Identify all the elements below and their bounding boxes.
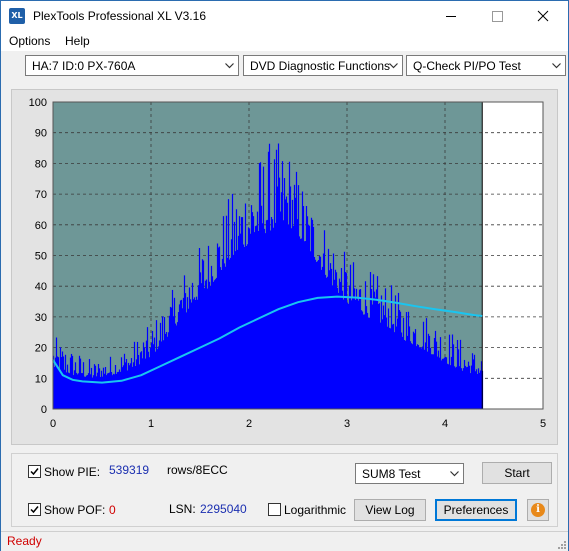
- pof-value: 0: [109, 503, 116, 517]
- y-tick-label: 30: [35, 312, 47, 324]
- menu-options[interactable]: Options: [9, 34, 50, 48]
- y-tick-label: 80: [35, 158, 47, 170]
- chevron-down-icon: [389, 63, 398, 69]
- sum-test-select-value: SUM8 Test: [362, 467, 421, 481]
- lsn-label: LSN:: [169, 502, 196, 516]
- y-tick-label: 0: [41, 404, 47, 416]
- pie-value: 539319: [109, 463, 150, 477]
- app-logo-icon: XL: [9, 8, 25, 24]
- y-tick-label: 70: [35, 189, 47, 201]
- show-pie-label[interactable]: Show PIE:: [44, 465, 100, 479]
- chart-panel: 0 10 20 30 40 50 60 70 80 90 100 0 1 2 3 4 5: [11, 89, 558, 445]
- toolbar: HA:7 ID:0 PX-760A DVD Diagnostic Functio…: [1, 51, 568, 85]
- x-tick-label: 0: [50, 418, 56, 430]
- y-tick-label: 20: [35, 343, 47, 355]
- y-tick-label: 40: [35, 281, 47, 293]
- drive-select[interactable]: HA:7 ID:0 PX-760A: [25, 55, 239, 76]
- x-tick-label: 2: [246, 418, 252, 430]
- y-tick-label: 100: [29, 97, 47, 109]
- app-window: XL PlexTools Professional XL V3.16 Optio…: [0, 0, 569, 551]
- drive-select-value: HA:7 ID:0 PX-760A: [32, 59, 136, 73]
- preferences-button[interactable]: Preferences: [435, 499, 517, 521]
- chevron-down-icon: [450, 471, 459, 477]
- show-pof-checkbox[interactable]: [28, 503, 41, 516]
- title-bar[interactable]: XL PlexTools Professional XL V3.16: [1, 1, 568, 31]
- status-text: Ready: [7, 534, 42, 548]
- test-select[interactable]: Q-Check PI/PO Test: [406, 55, 566, 76]
- x-tick-label: 5: [540, 418, 546, 430]
- info-icon: i: [531, 503, 545, 517]
- logarithmic-checkbox[interactable]: [268, 503, 281, 516]
- resize-grip-icon[interactable]: [556, 539, 566, 549]
- y-tick-label: 90: [35, 128, 47, 140]
- checkmark-icon: [30, 468, 39, 476]
- maximize-button[interactable]: [474, 1, 520, 31]
- y-tick-label: 50: [35, 251, 47, 263]
- info-button[interactable]: i: [527, 499, 549, 521]
- chevron-down-icon: [225, 63, 234, 69]
- menu-bar: Options Help: [1, 31, 568, 51]
- menu-help[interactable]: Help: [65, 34, 90, 48]
- pie-unit: rows/8ECC: [167, 463, 228, 477]
- start-button[interactable]: Start: [482, 462, 552, 484]
- function-select[interactable]: DVD Diagnostic Functions: [243, 55, 403, 76]
- y-tick-label: 10: [35, 373, 47, 385]
- function-select-value: DVD Diagnostic Functions: [250, 59, 391, 73]
- x-tick-label: 3: [344, 418, 350, 430]
- test-select-value: Q-Check PI/PO Test: [413, 59, 521, 73]
- view-log-button[interactable]: View Log: [354, 499, 426, 521]
- close-icon: [537, 10, 549, 22]
- chevron-down-icon: [552, 63, 561, 69]
- lsn-value: 2295040: [200, 502, 247, 516]
- window-title: PlexTools Professional XL V3.16: [33, 9, 206, 23]
- x-tick-label: 1: [148, 418, 154, 430]
- sum-test-select[interactable]: SUM8 Test: [355, 463, 464, 484]
- status-bar: Ready: [1, 531, 568, 551]
- show-pof-label[interactable]: Show POF:: [44, 503, 105, 517]
- controls-group: Show PIE: 539319 rows/8ECC Show POF: 0 L…: [11, 453, 558, 527]
- close-button[interactable]: [520, 1, 566, 31]
- y-tick-label: 60: [35, 220, 47, 232]
- show-pie-checkbox[interactable]: [28, 465, 41, 478]
- pi-po-chart: 0 10 20 30 40 50 60 70 80 90 100 0 1 2 3 4 5: [29, 97, 546, 430]
- logarithmic-label[interactable]: Logarithmic: [284, 503, 346, 517]
- x-tick-label: 4: [442, 418, 448, 430]
- checkmark-icon: [30, 506, 39, 514]
- minimize-button[interactable]: [428, 1, 474, 31]
- controls-panel: Show PIE: 539319 rows/8ECC Show POF: 0 L…: [1, 453, 568, 529]
